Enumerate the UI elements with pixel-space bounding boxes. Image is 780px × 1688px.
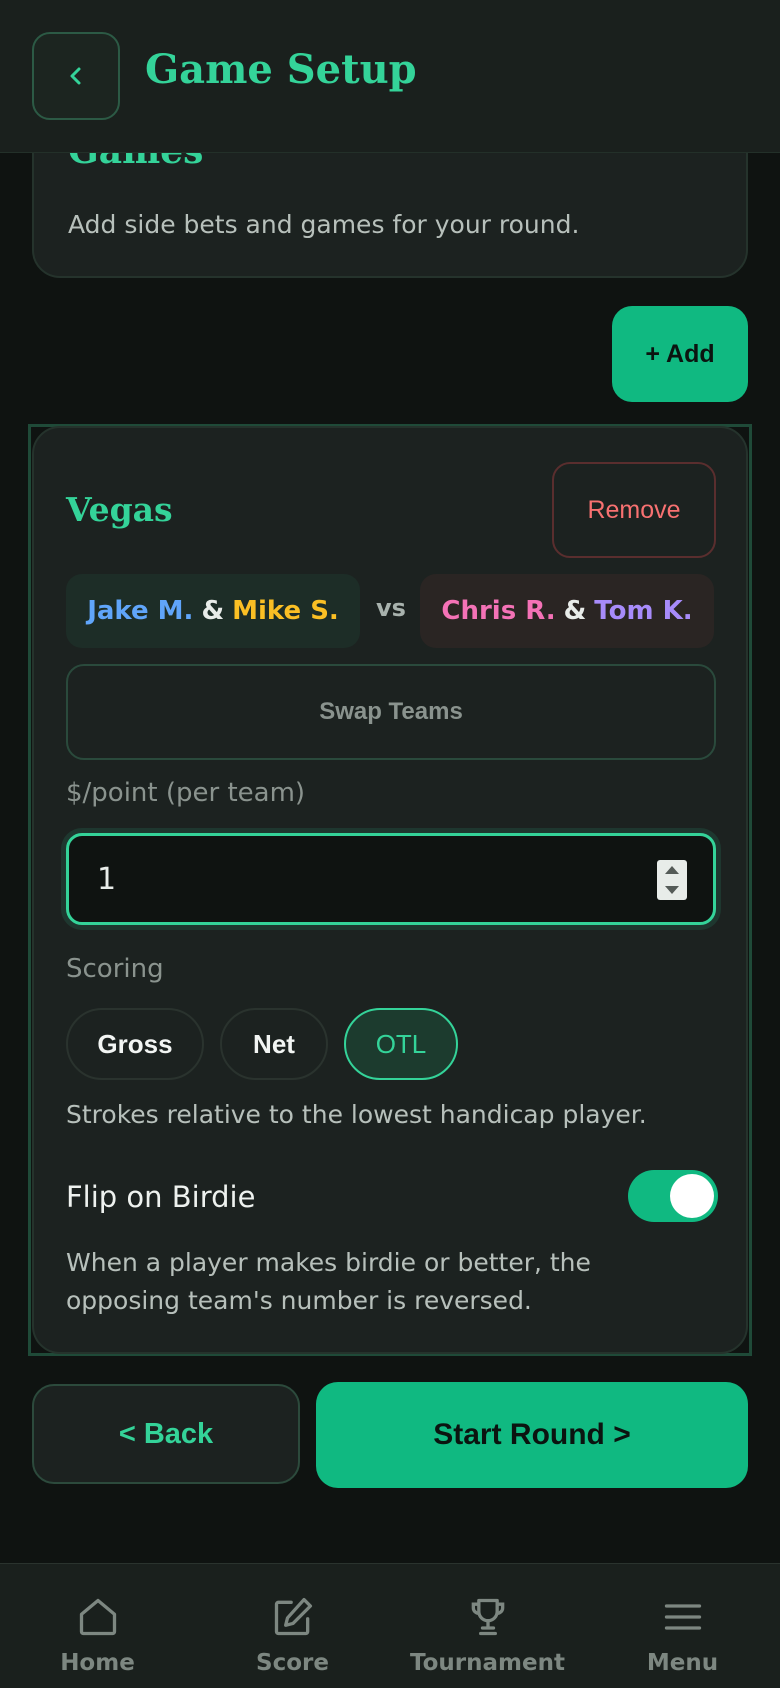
team-b-player-1: Chris R. (441, 596, 556, 626)
team-a-player-2: Mike S. (232, 596, 339, 626)
menu-icon (664, 1604, 701, 1630)
nav-item-home[interactable]: Home (0, 1564, 195, 1688)
scoring-description: Strokes relative to the lowest handicap … (66, 1100, 647, 1129)
scoring-option-net[interactable]: Net (220, 1008, 328, 1080)
nav-item-menu[interactable]: Menu (585, 1564, 780, 1688)
point-value-text: 1 (97, 862, 117, 897)
team-a-joiner: & (201, 596, 225, 626)
page-title: Game Setup (145, 46, 417, 93)
add-game-button[interactable]: + Add (612, 306, 748, 402)
nav-label-home: Home (60, 1650, 135, 1676)
flip-on-birdie-toggle[interactable] (628, 1170, 718, 1222)
back-button[interactable]: < Back (32, 1384, 300, 1484)
nav-item-score[interactable]: Score (195, 1564, 390, 1688)
team-a-player-1: Jake M. (87, 596, 194, 626)
app-header: Game Setup (0, 0, 780, 153)
point-value-input[interactable]: 1 (66, 833, 716, 925)
games-card-description: Add side bets and games for your round. (68, 210, 580, 239)
vegas-game-card: Vegas Remove Jake M. & Mike S. vs Chris … (32, 426, 748, 1354)
start-round-button[interactable]: Start Round > (316, 1382, 748, 1488)
header-back-button[interactable] (32, 32, 120, 120)
scoring-label: Scoring (66, 954, 164, 984)
trophy-icon (471, 1598, 504, 1636)
team-b-chip: Chris R. & Tom K. (420, 574, 714, 648)
nav-label-tournament: Tournament (410, 1650, 565, 1676)
flip-on-birdie-description: When a player makes birdie or better, th… (66, 1248, 591, 1315)
point-value-label: $/point (per team) (66, 778, 306, 808)
number-stepper[interactable] (657, 860, 687, 900)
team-b-joiner: & (563, 596, 587, 626)
flip-on-birdie-label: Flip on Birdie (66, 1180, 256, 1214)
toggle-knob (670, 1174, 714, 1218)
team-b-player-2: Tom K. (594, 596, 693, 626)
bottom-nav: Home Score Tournament Menu (0, 1563, 780, 1688)
stepper-down-icon[interactable] (664, 885, 680, 895)
nav-label-menu: Menu (646, 1650, 719, 1676)
scoring-option-gross[interactable]: Gross (66, 1008, 204, 1080)
team-a-chip: Jake M. & Mike S. (66, 574, 360, 648)
nav-item-tournament[interactable]: Tournament (390, 1564, 585, 1688)
nav-label-score: Score (256, 1650, 329, 1676)
stepper-up-icon[interactable] (664, 865, 680, 875)
scoring-option-otl[interactable]: OTL (344, 1008, 458, 1080)
swap-teams-button[interactable]: Swap Teams (66, 664, 716, 760)
remove-game-button[interactable]: Remove (552, 462, 716, 558)
chevron-left-icon (70, 67, 81, 85)
edit-icon (274, 1597, 312, 1636)
home-icon (79, 1598, 116, 1636)
game-title: Vegas (66, 490, 173, 529)
versus-label: vs (376, 594, 406, 622)
